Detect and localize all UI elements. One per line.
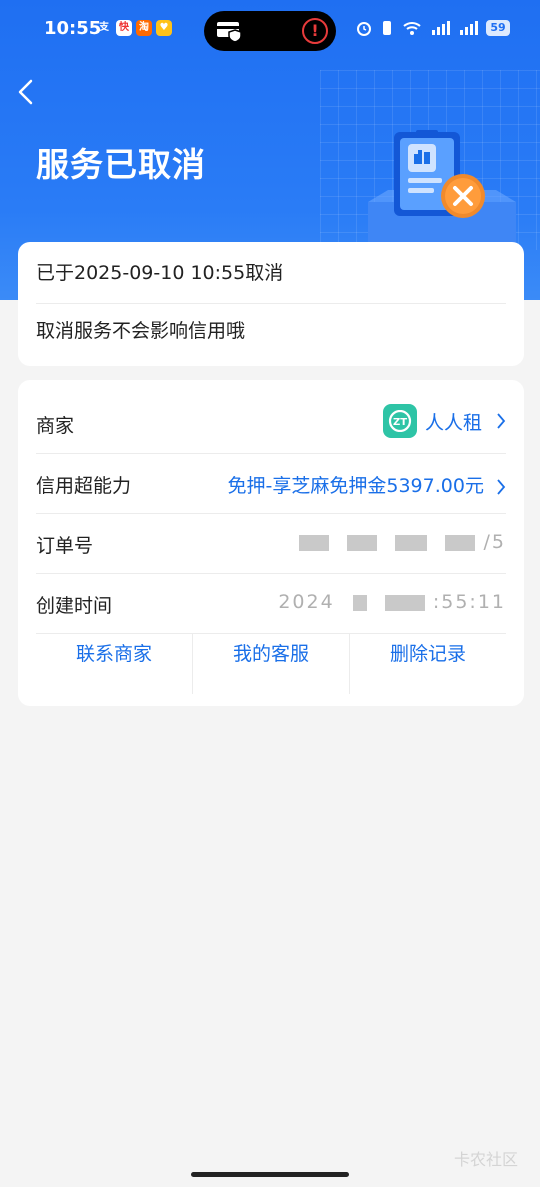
signal-4g-icon	[460, 21, 478, 35]
masked-block	[384, 594, 425, 611]
kuaidi-notification-icon: 快	[116, 20, 132, 36]
created-time-end: :55:11	[432, 591, 506, 613]
created-time-label: 创建时间	[36, 595, 113, 617]
signal-5g-icon	[432, 21, 450, 35]
alert-icon: !	[302, 18, 328, 44]
chevron-right-icon	[497, 478, 506, 495]
cancelled-document-icon	[368, 130, 516, 246]
vibrate-icon	[383, 21, 391, 35]
credit-row[interactable]: 信用超能力 免押-享芝麻免押金5397.00元	[36, 454, 506, 514]
customer-service-button[interactable]: 我的客服	[192, 634, 349, 694]
order-number-label: 订单号	[36, 535, 94, 557]
credit-text[interactable]: 免押-享芝麻免押金5397.00元	[228, 475, 484, 497]
merchant-name[interactable]: 人人租	[425, 408, 482, 435]
order-number-value[interactable]: /5	[289, 531, 506, 553]
contact-merchant-button[interactable]: 联系商家	[36, 634, 192, 694]
wifi-icon	[403, 22, 421, 35]
status-bar: 10:55 支 快 淘 ♥ ! 59	[0, 0, 540, 60]
heart-notification-icon: ♥	[156, 20, 172, 36]
notification-icons: 支 快 淘 ♥	[96, 20, 172, 36]
created-time-value: 2024 :55:11	[278, 591, 506, 613]
masked-block	[299, 534, 330, 551]
action-bar: 联系商家 我的客服 删除记录	[36, 634, 506, 694]
credit-label: 信用超能力	[36, 475, 132, 497]
merchant-logo-text: ZT	[393, 417, 407, 428]
watermark: 卡农社区	[453, 1150, 518, 1169]
order-number-row: 订单号 /5	[36, 514, 506, 574]
merchant-logo-mark: ZT	[388, 410, 412, 432]
masked-block	[352, 594, 367, 611]
dynamic-island[interactable]: !	[204, 11, 336, 51]
credit-note: 取消服务不会影响信用哦	[36, 320, 246, 342]
order-number-visible: /5	[483, 531, 506, 553]
taobao-notification-icon: 淘	[136, 20, 152, 36]
merchant-label: 商家	[36, 415, 75, 437]
home-indicator[interactable]	[191, 1172, 349, 1177]
credit-value[interactable]: 免押-享芝麻免押金5397.00元	[228, 471, 506, 498]
battery-icon: 59	[486, 20, 510, 36]
system-indicators: 59	[356, 20, 510, 36]
card-shield-icon	[217, 22, 242, 42]
merchant-logo-icon: ZT	[382, 404, 417, 438]
cancel-info-card: 已于2025-09-10 10:55取消 取消服务不会影响信用哦	[18, 242, 524, 366]
cancel-time: 已于2025-09-10 10:55取消	[36, 260, 506, 304]
page-title: 服务已取消	[36, 145, 206, 184]
alarm-icon	[357, 22, 371, 36]
chevron-right-icon	[497, 413, 506, 429]
created-time-row: 创建时间 2024 :55:11	[36, 574, 506, 634]
merchant-row[interactable]: 商家 ZT 人人租	[36, 394, 506, 454]
created-time-start: 2024	[278, 591, 335, 613]
status-time: 10:55	[44, 18, 102, 39]
masked-block	[347, 534, 378, 551]
alipay-notification-icon: 支	[99, 22, 109, 33]
merchant-value[interactable]: ZT 人人租	[382, 404, 506, 438]
back-arrow-icon[interactable]	[14, 78, 40, 106]
masked-block	[395, 534, 428, 551]
delete-record-button[interactable]: 删除记录	[349, 634, 506, 694]
masked-block	[445, 534, 476, 551]
order-info-card: 商家 ZT 人人租 信用超能力 免押-享芝麻免押金5397.00元 订单号 /5	[18, 380, 524, 706]
